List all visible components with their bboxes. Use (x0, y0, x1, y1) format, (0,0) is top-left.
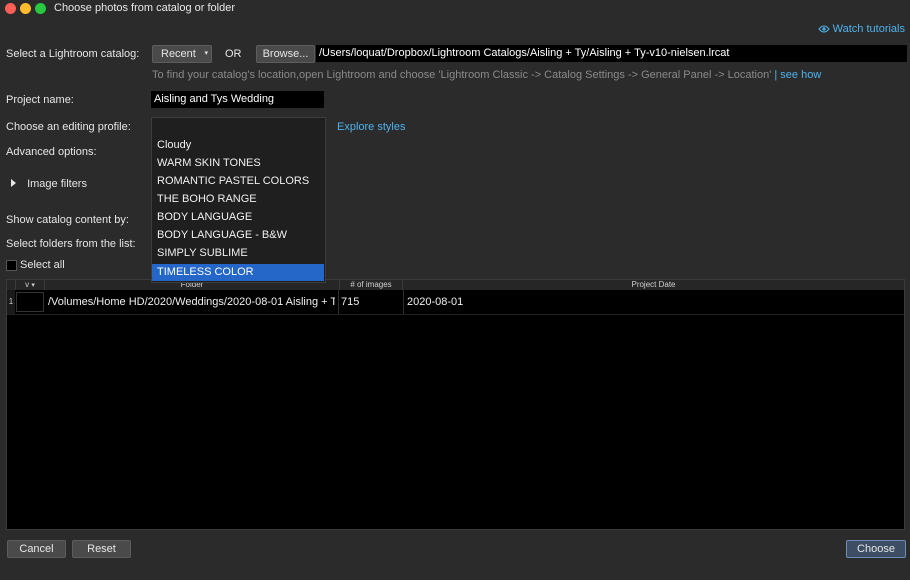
row-images: 715 (341, 296, 360, 308)
row-number: 1 (7, 290, 15, 314)
catalog-hint-text: To find your catalog's location,open Lig… (152, 69, 772, 81)
close-window-button[interactable] (5, 3, 16, 14)
see-how-link[interactable]: | see how (774, 69, 821, 81)
sort-arrow-icon: ▾ (31, 282, 35, 289)
project-name-field[interactable]: Aisling and Tys Wedding (151, 91, 324, 108)
header-images[interactable]: # of images (340, 280, 403, 290)
row-separator (7, 314, 904, 315)
catalog-path-field[interactable]: /Users/loquat/Dropbox/Lightroom Catalogs… (316, 45, 907, 62)
watch-tutorials-label: Watch tutorials (832, 23, 905, 35)
browse-button-label: Browse... (262, 48, 309, 60)
select-arrows-icon: ▾ (204, 50, 208, 57)
column-divider (403, 290, 404, 314)
header-check[interactable]: v ▾ (16, 280, 45, 290)
profile-option-body-language[interactable]: BODY LANGUAGE (152, 209, 324, 226)
select-all-checkbox[interactable] (6, 260, 17, 271)
cancel-button[interactable]: Cancel (7, 540, 66, 558)
header-check-label: v (25, 280, 30, 289)
explore-styles-link[interactable]: Explore styles (337, 121, 405, 133)
reset-button-label: Reset (87, 543, 116, 555)
recent-catalog-select[interactable]: Recent ▾ (152, 45, 212, 63)
editing-profile-label: Choose an editing profile: (6, 121, 131, 133)
image-filters-label: Image filters (27, 178, 87, 190)
disclosure-triangle-icon (11, 179, 16, 187)
row-date: 2020-08-01 (407, 296, 464, 308)
profile-option-warm-skin-tones[interactable]: WARM SKIN TONES (152, 155, 324, 172)
window-title: Choose photos from catalog or folder (54, 2, 235, 14)
row-checkbox[interactable] (16, 292, 44, 312)
cancel-button-label: Cancel (19, 543, 54, 555)
project-name-label: Project name: (6, 94, 74, 106)
profile-option-simply-sublime[interactable]: SIMPLY SUBLIME (152, 245, 324, 262)
header-rownum (7, 280, 16, 290)
eye-icon (818, 25, 830, 33)
profile-option-body-language-bw[interactable]: BODY LANGUAGE - B&W (152, 227, 324, 244)
column-divider (338, 290, 339, 314)
catalog-path-value: /Users/loquat/Dropbox/Lightroom Catalogs… (319, 47, 730, 59)
select-all-label: Select all (20, 259, 65, 271)
folders-table: v ▾ Folder # of images Project Date 1 /V… (6, 279, 905, 530)
dialog-window: Choose photos from catalog or folder Wat… (0, 0, 910, 580)
zoom-window-button[interactable] (35, 3, 46, 14)
recent-select-label: Recent (161, 48, 196, 60)
table-header: v ▾ Folder # of images Project Date (7, 280, 904, 290)
advanced-options-label: Advanced options: (6, 146, 97, 158)
catalog-hint: To find your catalog's location,open Lig… (152, 69, 821, 81)
browse-button[interactable]: Browse... (256, 45, 315, 63)
profile-option-boho-range[interactable]: THE BOHO RANGE (152, 191, 324, 208)
image-filters-toggle[interactable]: Image filters (11, 178, 87, 190)
row-folder: /Volumes/Home HD/2020/Weddings/2020-08-0… (48, 296, 335, 308)
minimize-window-button[interactable] (20, 3, 31, 14)
choose-button-label: Choose (857, 543, 895, 555)
choose-button[interactable]: Choose (846, 540, 906, 558)
or-label: OR (225, 48, 242, 60)
profile-option-cloudy[interactable]: Cloudy (152, 137, 324, 154)
profile-option-timeless-color[interactable]: TIMELESS COLOR (152, 264, 324, 281)
watch-tutorials-link[interactable]: Watch tutorials (818, 23, 905, 35)
editing-profile-dropdown[interactable]: Cloudy WARM SKIN TONES ROMANTIC PASTEL C… (151, 117, 326, 283)
reset-button[interactable]: Reset (72, 540, 131, 558)
catalog-label: Select a Lightroom catalog: (6, 48, 140, 60)
header-date[interactable]: Project Date (403, 280, 904, 290)
profile-option-romantic-pastel[interactable]: ROMANTIC PASTEL COLORS (152, 173, 324, 190)
title-bar: Choose photos from catalog or folder (0, 0, 910, 18)
select-folders-label: Select folders from the list: (6, 238, 136, 250)
show-content-label: Show catalog content by: (6, 214, 129, 226)
project-name-value: Aisling and Tys Wedding (154, 93, 275, 105)
